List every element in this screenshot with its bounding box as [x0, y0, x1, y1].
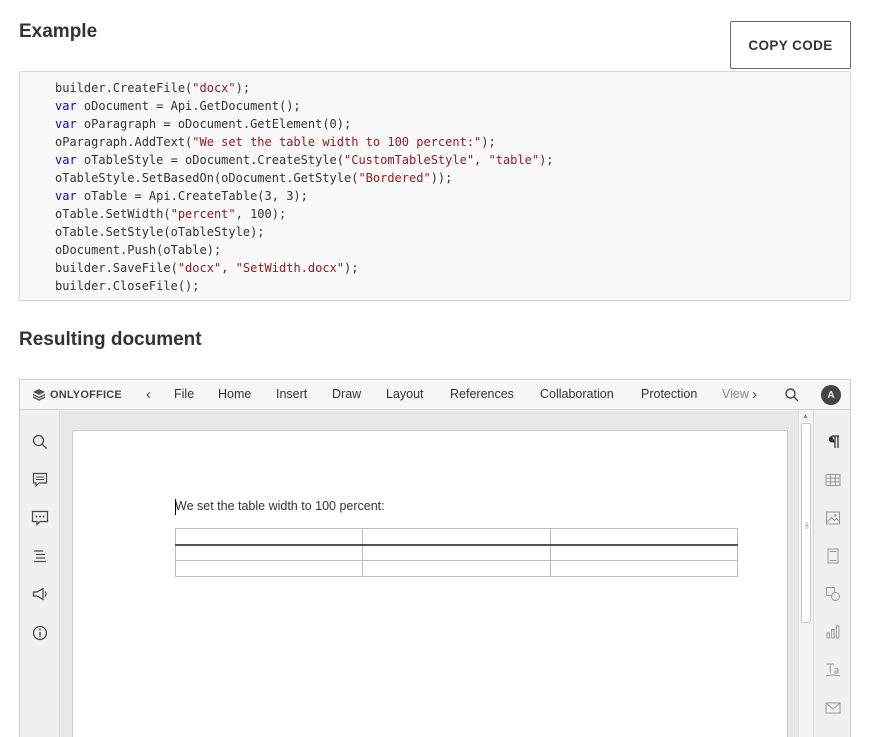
document-table[interactable]	[174, 528, 739, 577]
document-canvas[interactable]: We set the table width to 100 percent:	[61, 411, 798, 737]
left-sidebar	[20, 411, 60, 737]
menu-file[interactable]: File	[174, 387, 194, 401]
onlyoffice-logo: ONLYOFFICE	[32, 387, 122, 403]
menu-view[interactable]: View	[722, 387, 749, 401]
comments-icon[interactable]	[31, 471, 49, 489]
editor-toolbar: ONLYOFFICE ‹ File Home Insert Draw Layou…	[20, 380, 850, 410]
menu-layout[interactable]: Layout	[386, 387, 424, 401]
about-icon[interactable]	[31, 624, 49, 642]
resulting-document-heading: Resulting document	[19, 329, 202, 350]
code-line: oParagraph.AddText("We set the table wid…	[55, 135, 496, 149]
text-cursor	[175, 499, 176, 515]
document-paragraph[interactable]: We set the table width to 100 percent:	[175, 499, 385, 513]
table-cell[interactable]	[174, 560, 364, 577]
shape-settings-icon[interactable]	[824, 585, 842, 603]
user-avatar[interactable]: A	[821, 385, 841, 405]
menu-insert[interactable]: Insert	[276, 387, 307, 401]
image-settings-icon[interactable]	[824, 509, 842, 527]
document-page[interactable]: We set the table width to 100 percent:	[72, 430, 788, 737]
menu-protection[interactable]: Protection	[641, 387, 697, 401]
textart-icon[interactable]	[824, 661, 842, 679]
search-icon[interactable]	[31, 433, 49, 451]
code-line: oTable.SetWidth("percent", 100);	[55, 207, 287, 221]
scroll-up-arrow-icon[interactable]: ▲	[802, 413, 809, 420]
menu-draw[interactable]: Draw	[332, 387, 361, 401]
code-line: var oDocument = Api.GetDocument();	[55, 99, 301, 113]
table-cell[interactable]	[362, 528, 551, 546]
code-line: oTable.SetStyle(oTableStyle);	[55, 225, 265, 239]
chart-settings-icon[interactable]	[824, 623, 842, 641]
paragraph-settings-icon[interactable]	[824, 433, 842, 451]
table-cell[interactable]	[549, 560, 739, 577]
code-block: builder.CreateFile("docx"); var oDocument…	[19, 71, 851, 301]
menu-collaboration[interactable]: Collaboration	[540, 387, 614, 401]
code-line: builder.CreateFile("docx");	[55, 81, 251, 95]
table-cell[interactable]	[549, 528, 739, 546]
scrollbar-grip-icon: ≡ ≡	[805, 522, 809, 531]
table-settings-icon[interactable]	[824, 471, 842, 489]
menu-home[interactable]: Home	[218, 387, 251, 401]
mail-merge-icon[interactable]	[824, 699, 842, 717]
onlyoffice-editor: ONLYOFFICE ‹ File Home Insert Draw Layou…	[19, 379, 851, 737]
right-sidebar	[813, 411, 850, 737]
table-cell[interactable]	[174, 528, 364, 546]
search-icon[interactable]	[784, 387, 800, 403]
header-footer-icon[interactable]	[824, 547, 842, 565]
table-cell[interactable]	[362, 544, 551, 561]
navigation-icon[interactable]	[31, 547, 49, 565]
table-cell[interactable]	[549, 544, 739, 561]
scrollbar-thumb[interactable]: ≡ ≡	[801, 423, 811, 623]
feedback-icon[interactable]	[31, 585, 49, 603]
code-line: var oTableStyle = oDocument.CreateStyle(…	[55, 153, 554, 167]
onlyoffice-logo-icon	[32, 389, 46, 401]
code-line: builder.CloseFile();	[55, 279, 200, 293]
table-row	[174, 560, 739, 577]
table-cell[interactable]	[362, 560, 551, 577]
vertical-scrollbar[interactable]: ▲ ≡ ≡	[798, 411, 813, 737]
table-row	[174, 528, 739, 546]
example-heading: Example	[19, 21, 98, 42]
code-line: var oParagraph = oDocument.GetElement(0)…	[55, 117, 352, 131]
chat-icon[interactable]	[31, 509, 49, 527]
code-line: var oTable = Api.CreateTable(3, 3);	[55, 189, 308, 203]
copy-code-button[interactable]: COPY CODE	[730, 21, 851, 69]
scroll-right-arrow-icon[interactable]: ›	[752, 386, 757, 404]
logo-text: ONLYOFFICE	[50, 389, 122, 401]
code-line: builder.SaveFile("docx", "SetWidth.docx"…	[55, 261, 359, 275]
menu-references[interactable]: References	[450, 387, 514, 401]
table-row	[174, 544, 739, 561]
code-line: oDocument.Push(oTable);	[55, 243, 222, 257]
code-line: oTableStyle.SetBasedOn(oDocument.GetStyl…	[55, 171, 453, 185]
scroll-left-arrow-icon[interactable]: ‹	[146, 386, 151, 404]
table-cell[interactable]	[174, 544, 364, 561]
